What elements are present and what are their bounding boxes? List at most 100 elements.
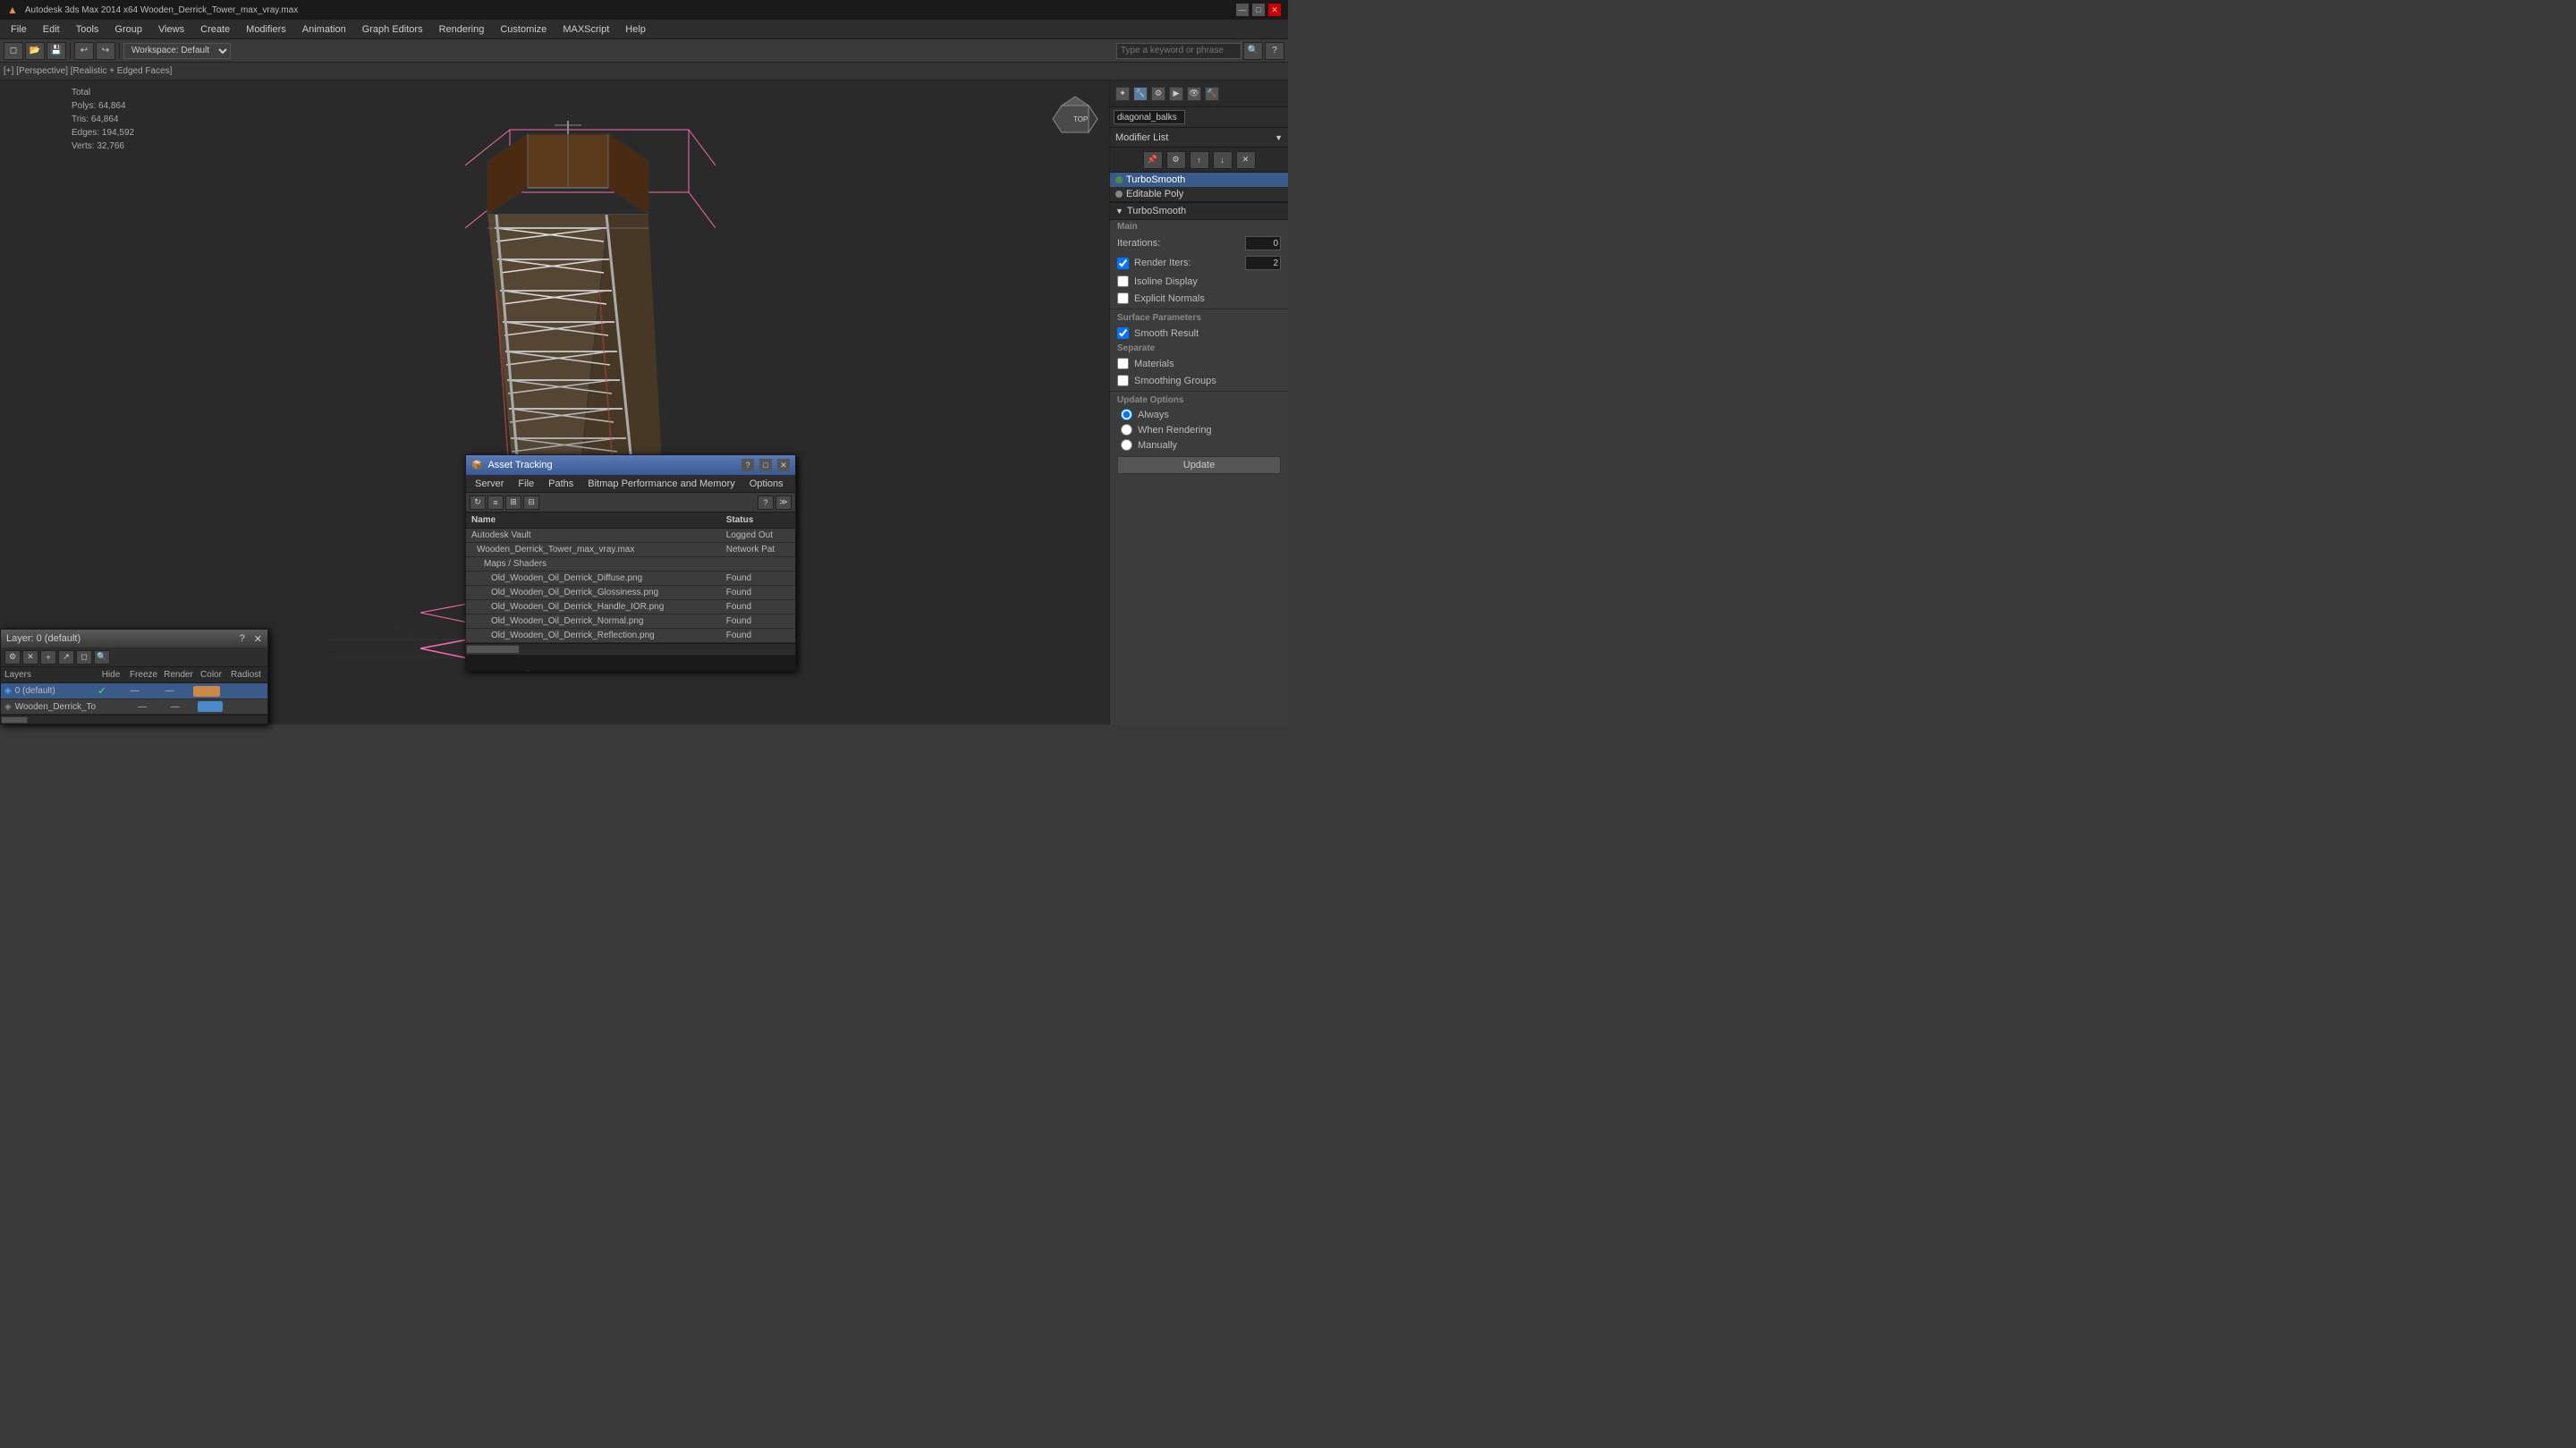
modifier-turbosmooth[interactable]: TurboSmooth: [1110, 173, 1288, 187]
menu-maxscript[interactable]: MAXScript: [555, 22, 616, 37]
asset-scrollbar-thumb[interactable]: [466, 645, 520, 654]
object-name-input[interactable]: [1114, 110, 1185, 124]
at-menu-bitmap[interactable]: Bitmap Performance and Memory: [582, 477, 740, 491]
layer-btn-settings[interactable]: ⚙: [4, 650, 21, 665]
manually-radio[interactable]: [1121, 439, 1132, 451]
layer-btn-delete[interactable]: ✕: [22, 650, 38, 665]
asset-table-row[interactable]: Old_Wooden_Oil_Derrick_Reflection.pngFou…: [466, 629, 795, 643]
at-menu-options[interactable]: Options: [744, 477, 789, 491]
menu-rendering[interactable]: Rendering: [432, 22, 492, 37]
update-button[interactable]: Update: [1117, 456, 1281, 474]
explicit-normals-checkbox[interactable]: [1117, 292, 1129, 304]
smoothing-groups-checkbox[interactable]: [1117, 375, 1129, 386]
menu-customize[interactable]: Customize: [493, 22, 554, 37]
menu-graph-editors[interactable]: Graph Editors: [355, 22, 430, 37]
rp-icon-create[interactable]: ✦: [1115, 87, 1130, 101]
asset-table-row[interactable]: Old_Wooden_Oil_Derrick_Handle_IOR.pngFou…: [466, 600, 795, 614]
layers-close[interactable]: ✕: [254, 633, 262, 645]
menu-help[interactable]: Help: [618, 22, 653, 37]
modifier-list-dropdown-arrow[interactable]: ▼: [1275, 133, 1283, 142]
always-radio[interactable]: [1121, 409, 1132, 420]
toolbar-save[interactable]: 💾: [47, 42, 66, 60]
menu-modifiers[interactable]: Modifiers: [239, 22, 293, 37]
at-btn-details[interactable]: ⊞: [505, 495, 521, 510]
workspace-dropdown[interactable]: Workspace: Default: [123, 43, 231, 59]
at-btn-filter[interactable]: ⊟: [523, 495, 539, 510]
menu-animation[interactable]: Animation: [295, 22, 353, 37]
menu-edit[interactable]: Edit: [36, 22, 67, 37]
mod-btn-pin[interactable]: 📌: [1143, 151, 1163, 169]
layer-btn-add-object[interactable]: ↗: [58, 650, 74, 665]
layers-scrollbar[interactable]: [1, 715, 267, 724]
isoline-checkbox[interactable]: [1117, 275, 1129, 287]
rp-icon-hierarchy[interactable]: ⚙: [1151, 87, 1165, 101]
asset-tracking-minimize[interactable]: □: [759, 459, 772, 471]
asset-table-row[interactable]: Old_Wooden_Oil_Derrick_Normal.pngFound: [466, 614, 795, 629]
search-button[interactable]: 🔍: [1243, 42, 1263, 60]
mod-btn-remove[interactable]: ✕: [1236, 151, 1256, 169]
materials-checkbox[interactable]: [1117, 358, 1129, 369]
at-btn-refresh[interactable]: ↻: [470, 495, 486, 510]
asset-table-row[interactable]: Old_Wooden_Oil_Derrick_Glossiness.pngFou…: [466, 586, 795, 600]
svg-text:TOP: TOP: [1073, 115, 1088, 123]
toolbar-open[interactable]: 📂: [25, 42, 45, 60]
menu-create[interactable]: Create: [193, 22, 237, 37]
menu-tools[interactable]: Tools: [69, 22, 106, 37]
asset-input-bar: [466, 654, 795, 670]
layer-row-default[interactable]: ◈ 0 (default) ✓ — —: [1, 683, 267, 699]
mod-dot-turbosmooth: [1115, 176, 1123, 183]
render-iters-checkbox[interactable]: [1117, 258, 1129, 269]
layer-btn-add[interactable]: +: [40, 650, 56, 665]
iterations-label: Iterations:: [1117, 238, 1240, 249]
render-iters-row: Render Iters:: [1110, 253, 1288, 273]
layer-row-wooden[interactable]: ◈ Wooden_Derrick_To — —: [1, 699, 267, 715]
layer-btn-select[interactable]: ◻: [76, 650, 92, 665]
asset-table-row[interactable]: Old_Wooden_Oil_Derrick_Diffuse.pngFound: [466, 572, 795, 586]
toolbar-undo[interactable]: ↩: [74, 42, 94, 60]
rp-icon-motion[interactable]: ▶: [1169, 87, 1183, 101]
rp-icon-modify[interactable]: 🔧: [1133, 87, 1148, 101]
asset-row-status: Found: [721, 600, 795, 614]
at-menu-paths[interactable]: Paths: [543, 477, 579, 491]
help-button[interactable]: ?: [1265, 42, 1284, 60]
asset-tracking-help[interactable]: ?: [741, 459, 754, 471]
col-name[interactable]: Name: [466, 512, 721, 529]
viewcube[interactable]: TOP: [1048, 88, 1102, 141]
iterations-input[interactable]: [1245, 236, 1281, 250]
maximize-button[interactable]: □: [1252, 4, 1265, 16]
when-rendering-radio[interactable]: [1121, 424, 1132, 436]
rp-icon-utilities[interactable]: 🔨: [1205, 87, 1219, 101]
menu-views[interactable]: Views: [151, 22, 191, 37]
isoline-row: Isoline Display: [1110, 273, 1288, 290]
menu-group[interactable]: Group: [107, 22, 149, 37]
at-btn-list[interactable]: ≡: [487, 495, 504, 510]
mod-btn-move-up[interactable]: ↑: [1190, 151, 1209, 169]
modifier-editablepoly[interactable]: Editable Poly: [1110, 187, 1288, 201]
mod-btn-settings[interactable]: ⚙: [1166, 151, 1186, 169]
menu-file[interactable]: File: [4, 22, 34, 37]
smooth-result-checkbox[interactable]: [1117, 327, 1129, 339]
asset-scrollbar[interactable]: [466, 643, 795, 654]
at-btn-help[interactable]: ?: [758, 495, 774, 510]
asset-table-row[interactable]: Autodesk VaultLogged Out: [466, 529, 795, 543]
rp-icon-display[interactable]: 👁: [1187, 87, 1201, 101]
asset-table-row[interactable]: Maps / Shaders: [466, 557, 795, 572]
layer-btn-find[interactable]: 🔍: [94, 650, 110, 665]
asset-table-row[interactable]: Wooden_Derrick_Tower_max_vray.maxNetwork…: [466, 543, 795, 557]
layers-question[interactable]: ?: [240, 633, 245, 644]
toolbar-redo[interactable]: ↪: [96, 42, 115, 60]
at-menu-server[interactable]: Server: [470, 477, 509, 491]
at-btn-extra[interactable]: ≫: [775, 495, 792, 510]
isoline-label: Isoline Display: [1134, 276, 1281, 287]
minimize-button[interactable]: —: [1236, 4, 1249, 16]
layers-scrollbar-thumb[interactable]: [1, 716, 28, 724]
at-menu-file[interactable]: File: [513, 477, 539, 491]
toolbar-new[interactable]: ◻: [4, 42, 23, 60]
col-status[interactable]: Status: [721, 512, 795, 529]
asset-tracking-close[interactable]: ✕: [777, 459, 790, 471]
search-input[interactable]: [1116, 43, 1241, 59]
mod-btn-move-down[interactable]: ↓: [1213, 151, 1233, 169]
close-button[interactable]: ✕: [1268, 4, 1281, 16]
section-turbosmooth[interactable]: ▼ TurboSmooth: [1110, 202, 1288, 220]
render-iters-input[interactable]: [1245, 256, 1281, 270]
